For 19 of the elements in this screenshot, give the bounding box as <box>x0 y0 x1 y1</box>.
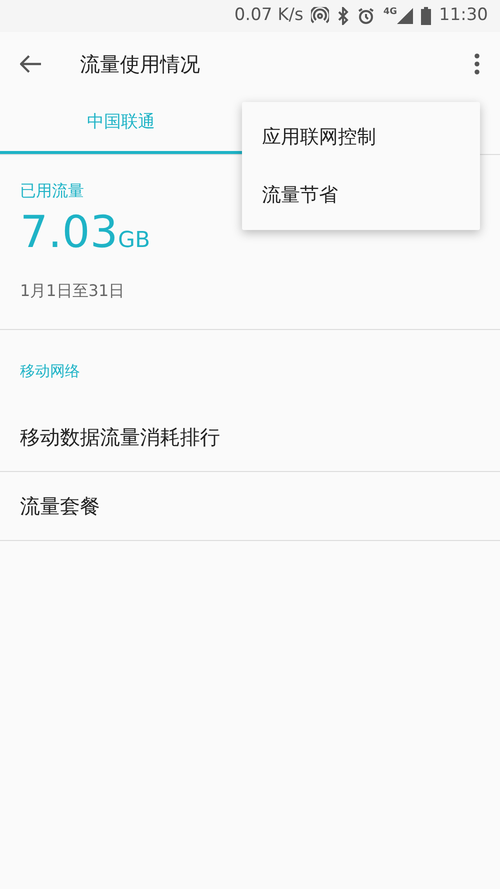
menu-item[interactable]: 流量节省 <box>242 166 480 224</box>
battery-icon <box>421 7 431 25</box>
speed-text: 0.07 K/s <box>234 4 304 28</box>
hotspot-icon <box>311 7 330 25</box>
more-options-button[interactable] <box>474 52 480 74</box>
alarm-icon <box>357 7 376 25</box>
billing-period: 1月1日至31日 <box>20 280 125 302</box>
usage-label: 已用流量 <box>20 180 84 202</box>
network-text: 4G <box>383 8 397 17</box>
usage-amount: 7.03 GB <box>20 211 150 255</box>
time-text: 11:30 <box>439 4 488 28</box>
page-title: 流量使用情况 <box>80 50 201 78</box>
list-item[interactable]: 流量套餐 <box>0 472 500 540</box>
section-header: 移动网络 <box>19 361 81 382</box>
menu-item[interactable]: 应用联网控制 <box>242 108 480 166</box>
bluetooth-icon <box>337 7 350 25</box>
list-item[interactable]: 移动数据流量消耗排行 <box>0 402 500 472</box>
signal-icon <box>397 8 413 24</box>
back-button[interactable] <box>20 54 42 72</box>
